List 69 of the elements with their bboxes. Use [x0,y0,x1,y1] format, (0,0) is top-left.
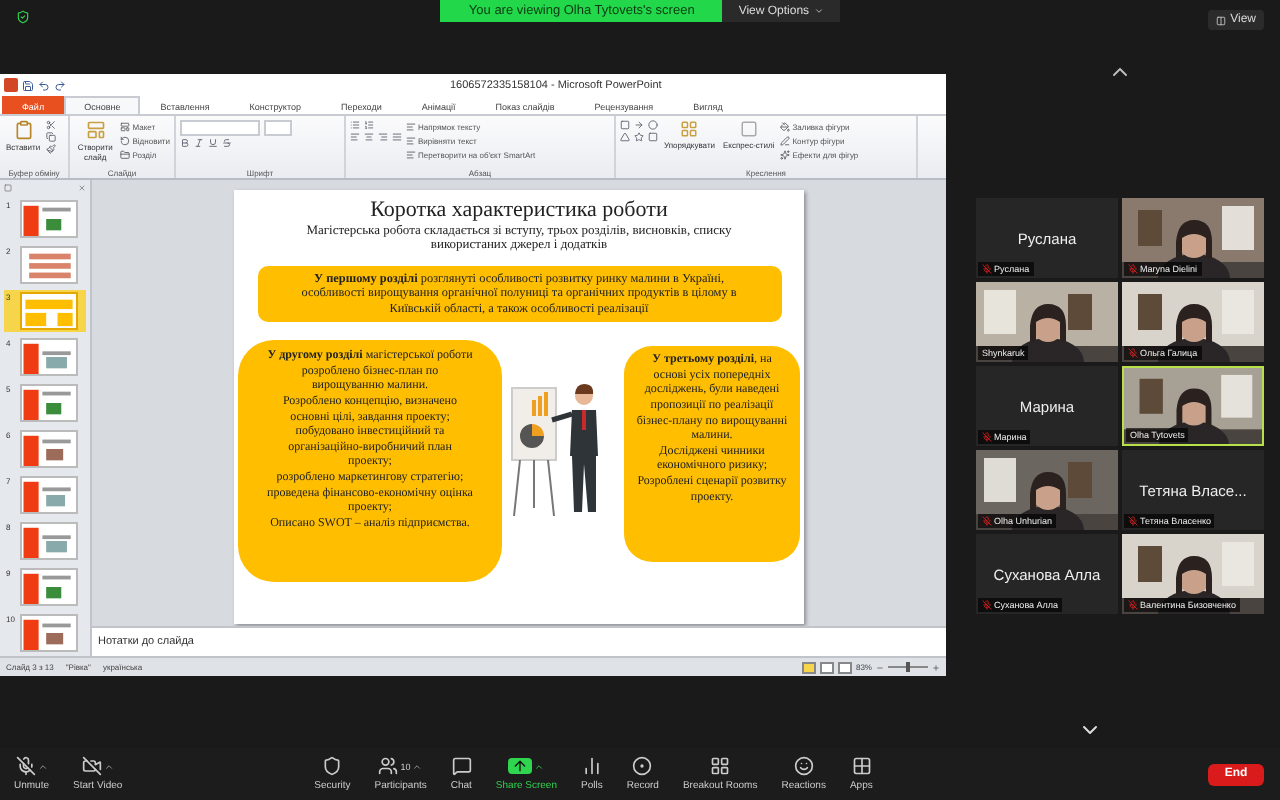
microphone-muted-icon [15,756,36,776]
app-logo-icon [4,78,18,92]
bullets-icon [350,120,360,130]
clipboard-icon [13,120,34,140]
strikethrough-icon [222,138,232,148]
undo-icon [38,79,50,91]
camera-off-icon [81,756,102,776]
apps-icon [851,756,872,776]
font-size-field[interactable] [264,120,292,136]
oval-icon [648,120,658,130]
underline-icon [208,138,218,148]
microphone-muted-icon [982,516,992,526]
slide-thumbnail[interactable] [20,430,78,468]
brush-icon [46,144,57,154]
record-icon [632,756,653,776]
caret-icon[interactable] [412,761,423,771]
caret-icon[interactable] [103,761,114,771]
slide-thumbnail[interactable] [20,522,78,560]
reading-view-icon[interactable] [837,661,852,673]
bar-chart-icon [581,756,602,776]
microphone-muted-icon [982,600,992,610]
align-right-icon [378,132,388,142]
bold-icon [180,138,190,148]
rectangle-icon [620,120,630,130]
justify-icon [392,132,402,142]
caret-icon [813,6,824,16]
sorter-view-icon[interactable] [819,661,834,673]
triangle-icon [620,132,630,142]
slide-thumbnail[interactable] [20,338,78,376]
shapes-icon [680,120,699,138]
people-icon [378,756,399,776]
caret-icon[interactable] [534,761,545,771]
microphone-muted-icon [1128,600,1138,610]
slide-thumbnail[interactable] [20,384,78,422]
grid-icon [710,756,731,776]
slide-thumbnail[interactable] [20,614,78,652]
caret-icon[interactable] [37,761,48,771]
copy-icon [46,132,57,142]
rectangle-icon [648,132,658,142]
align-left-icon [350,132,360,142]
microphone-muted-icon [982,432,992,442]
chat-bubble-icon [451,756,472,776]
shield-icon [322,756,343,776]
slide-thumbnail[interactable] [20,200,78,238]
normal-view-icon[interactable] [801,661,816,673]
save-icon [22,79,34,91]
microphone-muted-icon [982,264,992,274]
share-screen-icon [508,758,533,774]
slide-thumbnail[interactable] [20,568,78,606]
microphone-muted-icon [1128,516,1138,526]
slide-icon [85,120,106,140]
numbering-icon [364,120,374,130]
slide-title: Коротка характеристика роботи [370,198,668,222]
layout-icon [1216,15,1227,25]
shield-check-icon [16,10,30,24]
microphone-muted-icon [1128,348,1138,358]
slide-thumbnail[interactable] [20,246,78,284]
italic-icon [194,138,204,148]
font-name-field[interactable] [180,120,260,136]
arrow-icon [634,120,644,130]
zoom-out-icon [876,663,884,671]
star-icon [634,132,644,142]
slide-thumbnail[interactable] [20,292,78,330]
redo-icon [54,79,66,91]
align-center-icon [364,132,374,142]
smiley-icon [793,756,814,776]
microphone-muted-icon [1128,264,1138,274]
slide-thumbnail[interactable] [20,476,78,514]
zoom-in-icon [932,663,940,671]
